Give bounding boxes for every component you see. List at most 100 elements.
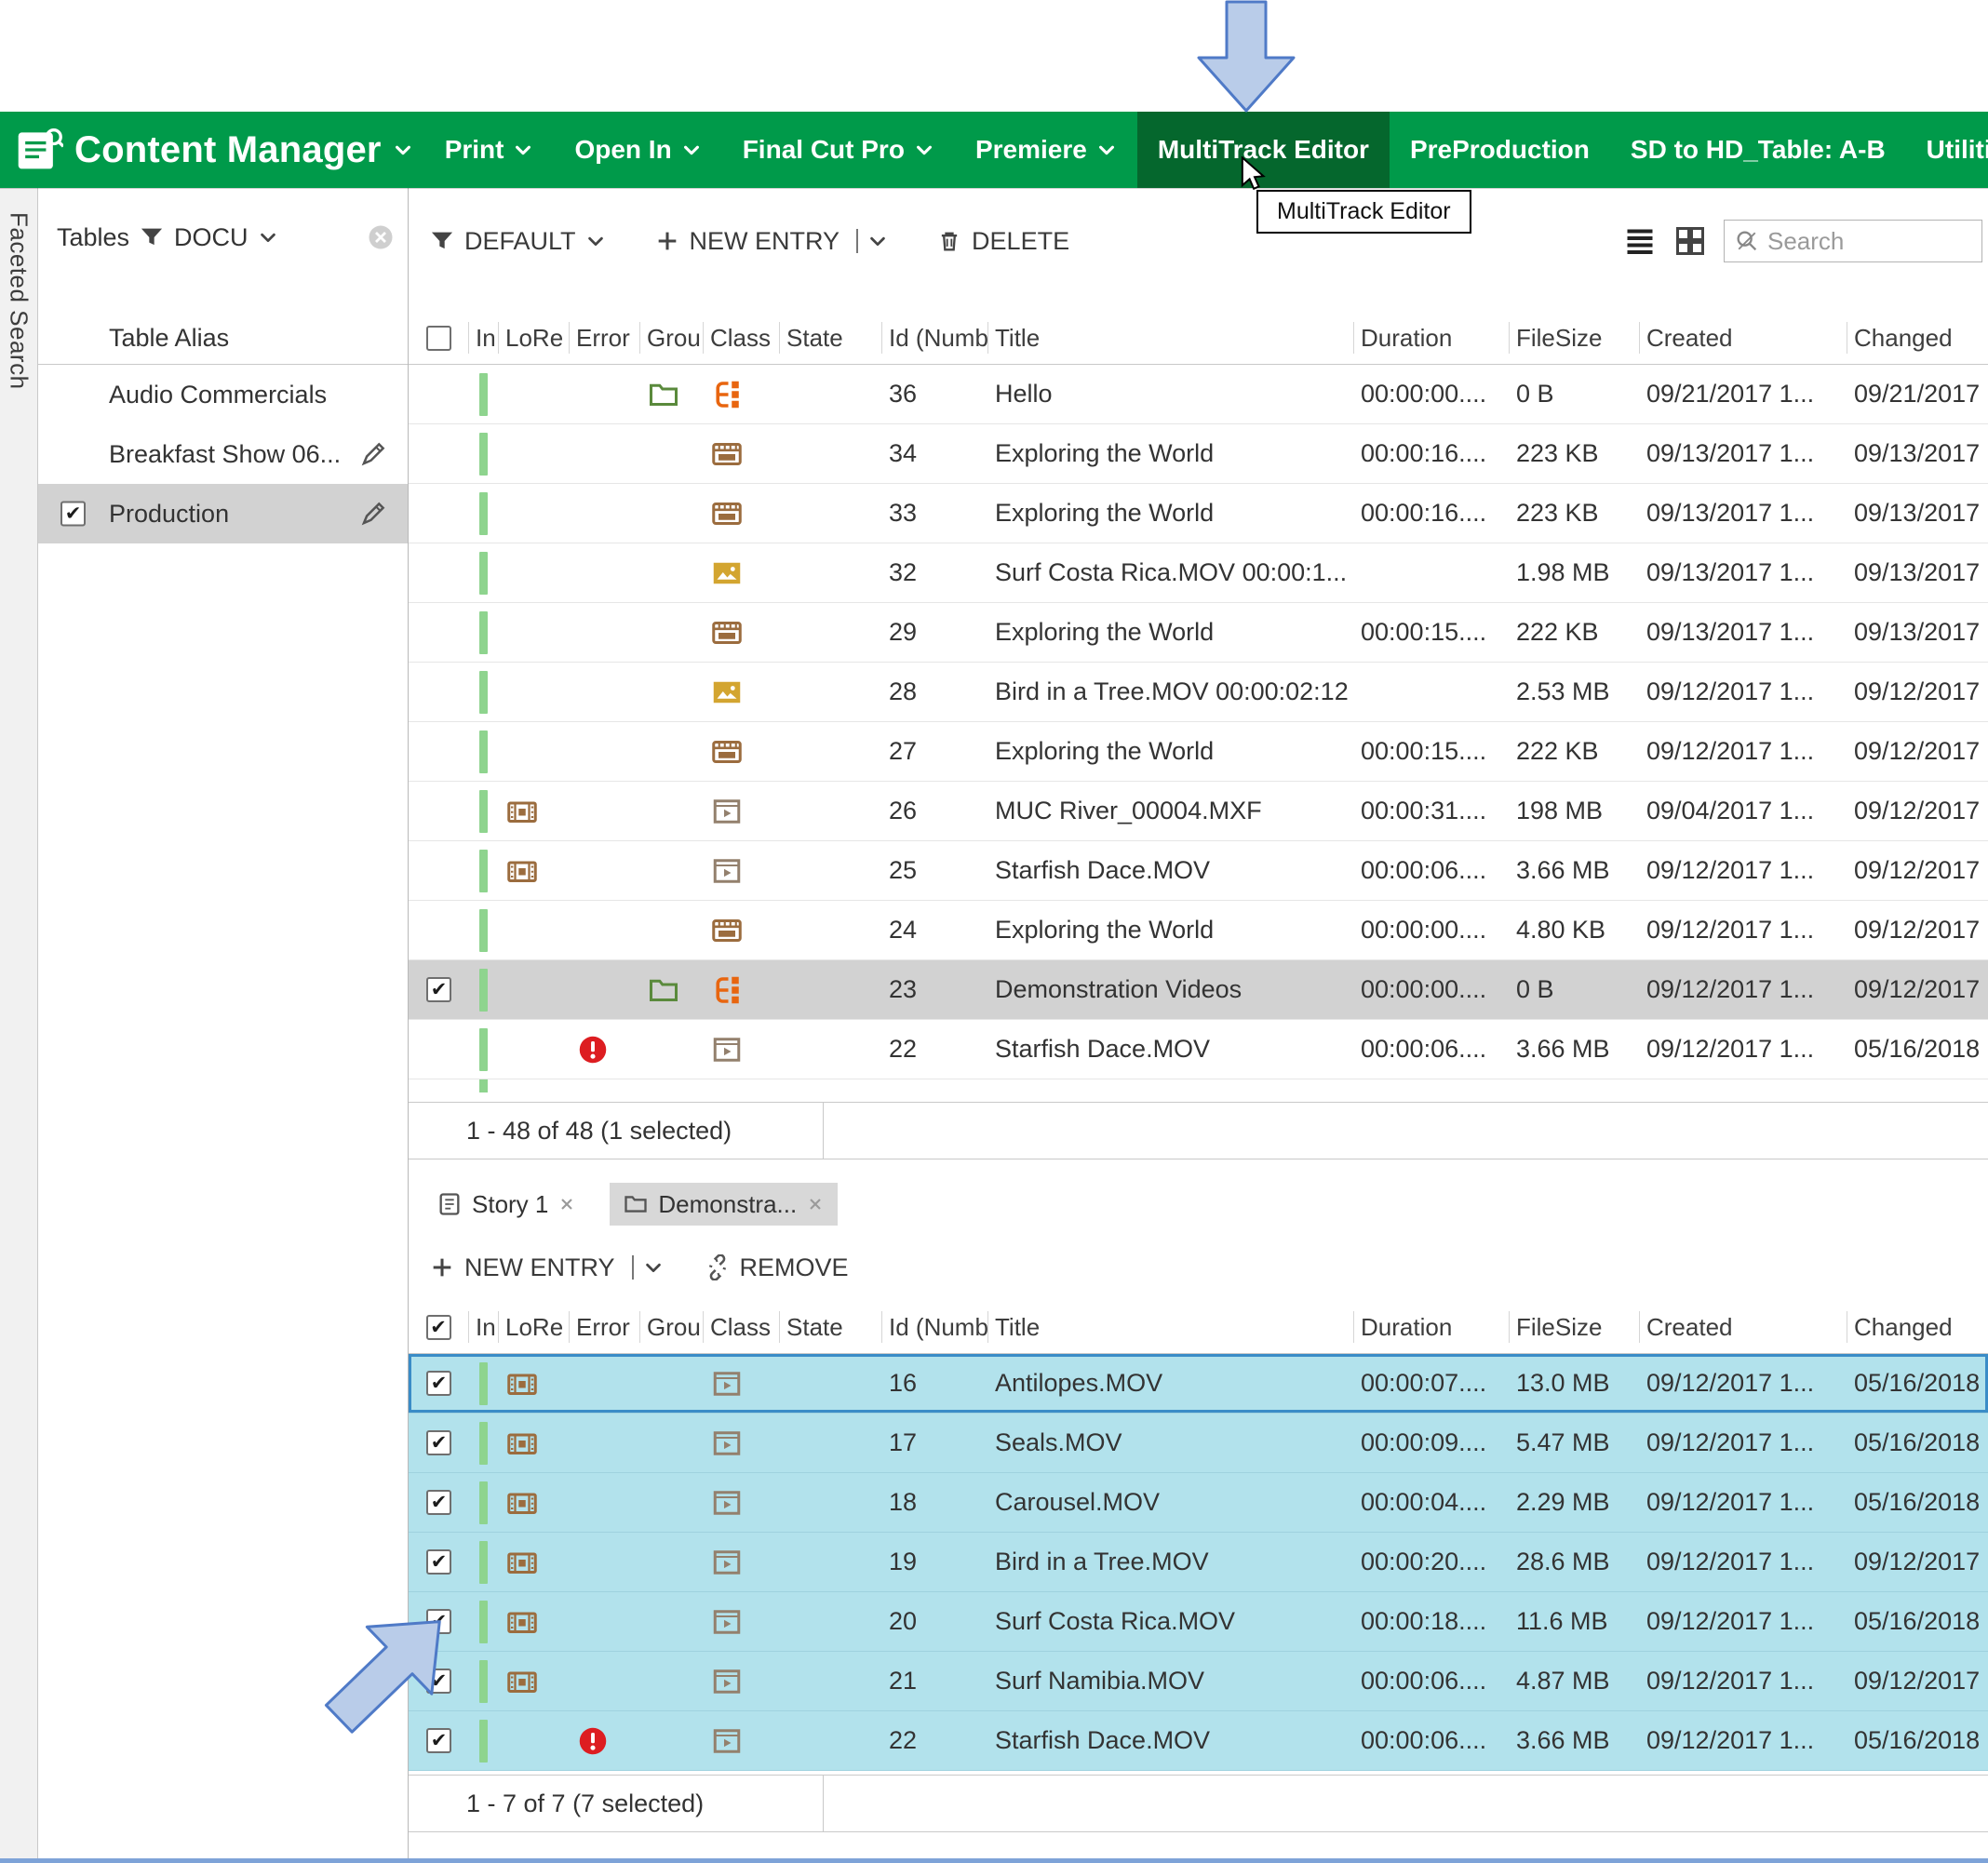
table-row-36[interactable]: 36Hello00:00:00....0 B09/21/2017 1...09/… [409, 365, 1988, 424]
table-row-25[interactable]: 25Starfish Dace.MOV00:00:06....3.66 MB09… [409, 841, 1988, 901]
menu-item-preproduction[interactable]: PreProduction [1390, 112, 1610, 188]
in-status-bar [479, 671, 488, 714]
table-row-22[interactable]: 22Starfish Dace.MOV00:00:06....3.66 MB09… [409, 1711, 1988, 1771]
sidebar-item-breakfast-show-06[interactable]: Breakfast Show 06... [38, 424, 408, 484]
table-row-19[interactable]: 19Bird in a Tree.MOV00:00:20....28.6 MB0… [409, 1533, 1988, 1592]
column-header-filesize[interactable]: FileSize [1510, 1311, 1640, 1343]
menu-item-print[interactable]: Print [424, 112, 555, 188]
column-header-state[interactable]: State [780, 1311, 882, 1343]
table-row-28[interactable]: 28Bird in a Tree.MOV 00:00:02:122.53 MB0… [409, 663, 1988, 722]
column-header-class[interactable]: Class [704, 322, 780, 354]
column-header-select[interactable] [409, 1311, 469, 1343]
table-row-23[interactable]: 23Demonstration Videos00:00:00....0 B09/… [409, 960, 1988, 1020]
table-row-34[interactable]: 34Exploring the World00:00:16....223 KB0… [409, 424, 1988, 484]
column-header-state[interactable]: State [780, 322, 882, 354]
selection-chip-story-1[interactable]: Story 1 [423, 1183, 589, 1226]
table-row-32[interactable]: 32Surf Costa Rica.MOV 00:00:1...1.98 MB0… [409, 543, 1988, 603]
cell-id: 26 [889, 797, 917, 825]
column-header-created[interactable]: Created [1640, 1311, 1847, 1343]
select-all-checkbox[interactable] [426, 1315, 451, 1340]
column-header-class[interactable]: Class [704, 1311, 780, 1343]
table-row-17[interactable]: 17Seals.MOV00:00:09....5.47 MB09/12/2017… [409, 1414, 1988, 1473]
table-alias-list: Audio CommercialsBreakfast Show 06...Pro… [38, 365, 408, 543]
sidebar-item-audio-commercials[interactable]: Audio Commercials [38, 365, 408, 424]
table-row-21[interactable]: 21Surf Namibia.MOV00:00:06....4.87 MB09/… [409, 1652, 1988, 1711]
sidebar-item-production[interactable]: Production [38, 484, 408, 543]
column-header-title[interactable]: Title [988, 322, 1354, 354]
column-header-id[interactable]: Id (Numb [882, 322, 988, 354]
tables-filter-value[interactable]: DOCU [174, 223, 248, 252]
table-row-29[interactable]: 29Exploring the World00:00:15....222 KB0… [409, 603, 1988, 663]
column-header-id[interactable]: Id (Numb [882, 1311, 988, 1343]
table-row-20[interactable]: 20Surf Costa Rica.MOV00:00:18....11.6 MB… [409, 1592, 1988, 1652]
column-header-lore[interactable]: LoRe [499, 322, 570, 354]
column-header-in[interactable]: In [469, 1311, 499, 1343]
list-view-icon[interactable] [1623, 224, 1657, 258]
close-icon[interactable] [557, 1195, 576, 1213]
cell-duration: 00:00:16.... [1361, 499, 1486, 528]
menu-item-utilities[interactable]: Utilities [1906, 112, 1988, 188]
cell-created: 09/13/2017 1... [1646, 439, 1814, 468]
column-header-duration[interactable]: Duration [1354, 1311, 1510, 1343]
column-header-select[interactable] [409, 322, 469, 354]
search-input[interactable] [1767, 227, 1972, 256]
sidebar-item-checkbox[interactable] [60, 502, 86, 527]
column-header-lore[interactable]: LoRe [499, 1311, 570, 1343]
cell-filesize: 3.66 MB [1516, 1035, 1610, 1064]
column-header-error[interactable]: Error [570, 1311, 640, 1343]
delete-button[interactable]: DELETE [936, 227, 1069, 256]
detail-table-rows: 16Antilopes.MOV00:00:07....13.0 MB09/12/… [409, 1354, 1988, 1771]
table-row-22[interactable]: 22Starfish Dace.MOV00:00:06....3.66 MB09… [409, 1020, 1988, 1079]
film-class-icon [710, 616, 744, 650]
table-row-24[interactable]: 24Exploring the World00:00:00....4.80 KB… [409, 901, 1988, 960]
row-checkbox[interactable] [426, 1490, 451, 1515]
selection-chip-demonstra[interactable]: Demonstra... [610, 1183, 838, 1226]
chevron-down-icon [681, 140, 702, 160]
column-header-title[interactable]: Title [988, 1311, 1354, 1343]
table-row-26[interactable]: 26MUC River_00004.MXF00:00:31....198 MB0… [409, 782, 1988, 841]
column-header-changed[interactable]: Changed [1847, 1311, 1988, 1343]
table-row-18[interactable]: 18Carousel.MOV00:00:04....2.29 MB09/12/2… [409, 1473, 1988, 1533]
detail-pagination-footer: 1 - 7 of 7 (7 selected) [409, 1775, 1988, 1832]
column-header-duration[interactable]: Duration [1354, 322, 1510, 354]
menu-item-premiere[interactable]: Premiere [955, 112, 1137, 188]
menu-item-open-in[interactable]: Open In [554, 112, 721, 188]
filter-default-button[interactable]: DEFAULT [429, 227, 606, 256]
remove-button[interactable]: REMOVE [705, 1253, 849, 1282]
new-entry-button[interactable]: NEW ENTRY [654, 227, 889, 256]
column-header-filesize[interactable]: FileSize [1510, 322, 1640, 354]
menu-item-sd-to-hd-table-a-b[interactable]: SD to HD_Table: A-B [1610, 112, 1906, 188]
table-row-16[interactable]: 16Antilopes.MOV00:00:07....13.0 MB09/12/… [409, 1354, 1988, 1414]
table-row-33[interactable]: 33Exploring the World00:00:16....223 KB0… [409, 484, 1988, 543]
row-checkbox[interactable] [426, 1549, 451, 1575]
cell-id: 20 [889, 1607, 917, 1636]
cell-created: 09/12/2017 1... [1646, 1548, 1814, 1576]
column-header-grou[interactable]: Grou [640, 322, 704, 354]
row-checkbox[interactable] [426, 977, 451, 1002]
chevron-down-icon[interactable] [393, 140, 413, 160]
chevron-down-icon[interactable] [258, 227, 278, 248]
column-header-in[interactable]: In [469, 322, 499, 354]
in-status-bar [479, 969, 488, 1012]
column-header-grou[interactable]: Grou [640, 1311, 704, 1343]
table-row-27[interactable]: 27Exploring the World00:00:15....222 KB0… [409, 722, 1988, 782]
filter-funnel-icon[interactable] [139, 224, 165, 250]
select-all-checkbox[interactable] [426, 326, 451, 351]
menu-item-final-cut-pro[interactable]: Final Cut Pro [722, 112, 955, 188]
row-checkbox[interactable] [426, 1430, 451, 1455]
close-icon[interactable] [367, 223, 395, 251]
column-header-error[interactable]: Error [570, 322, 640, 354]
image-class-icon [710, 676, 744, 709]
column-header-changed[interactable]: Changed [1847, 322, 1988, 354]
column-header-created[interactable]: Created [1640, 322, 1847, 354]
app-brand[interactable]: Content Manager [0, 112, 424, 188]
close-icon[interactable] [806, 1195, 825, 1213]
row-checkbox[interactable] [426, 1371, 451, 1396]
edit-icon[interactable] [359, 440, 387, 468]
error-icon [576, 1033, 610, 1066]
new-entry-button-bottom[interactable]: NEW ENTRY [429, 1253, 664, 1282]
faceted-search-strip[interactable]: Faceted Search [0, 188, 38, 1863]
edit-icon[interactable] [359, 500, 387, 528]
grid-view-icon[interactable] [1673, 224, 1707, 258]
in-status-bar [479, 1481, 488, 1524]
